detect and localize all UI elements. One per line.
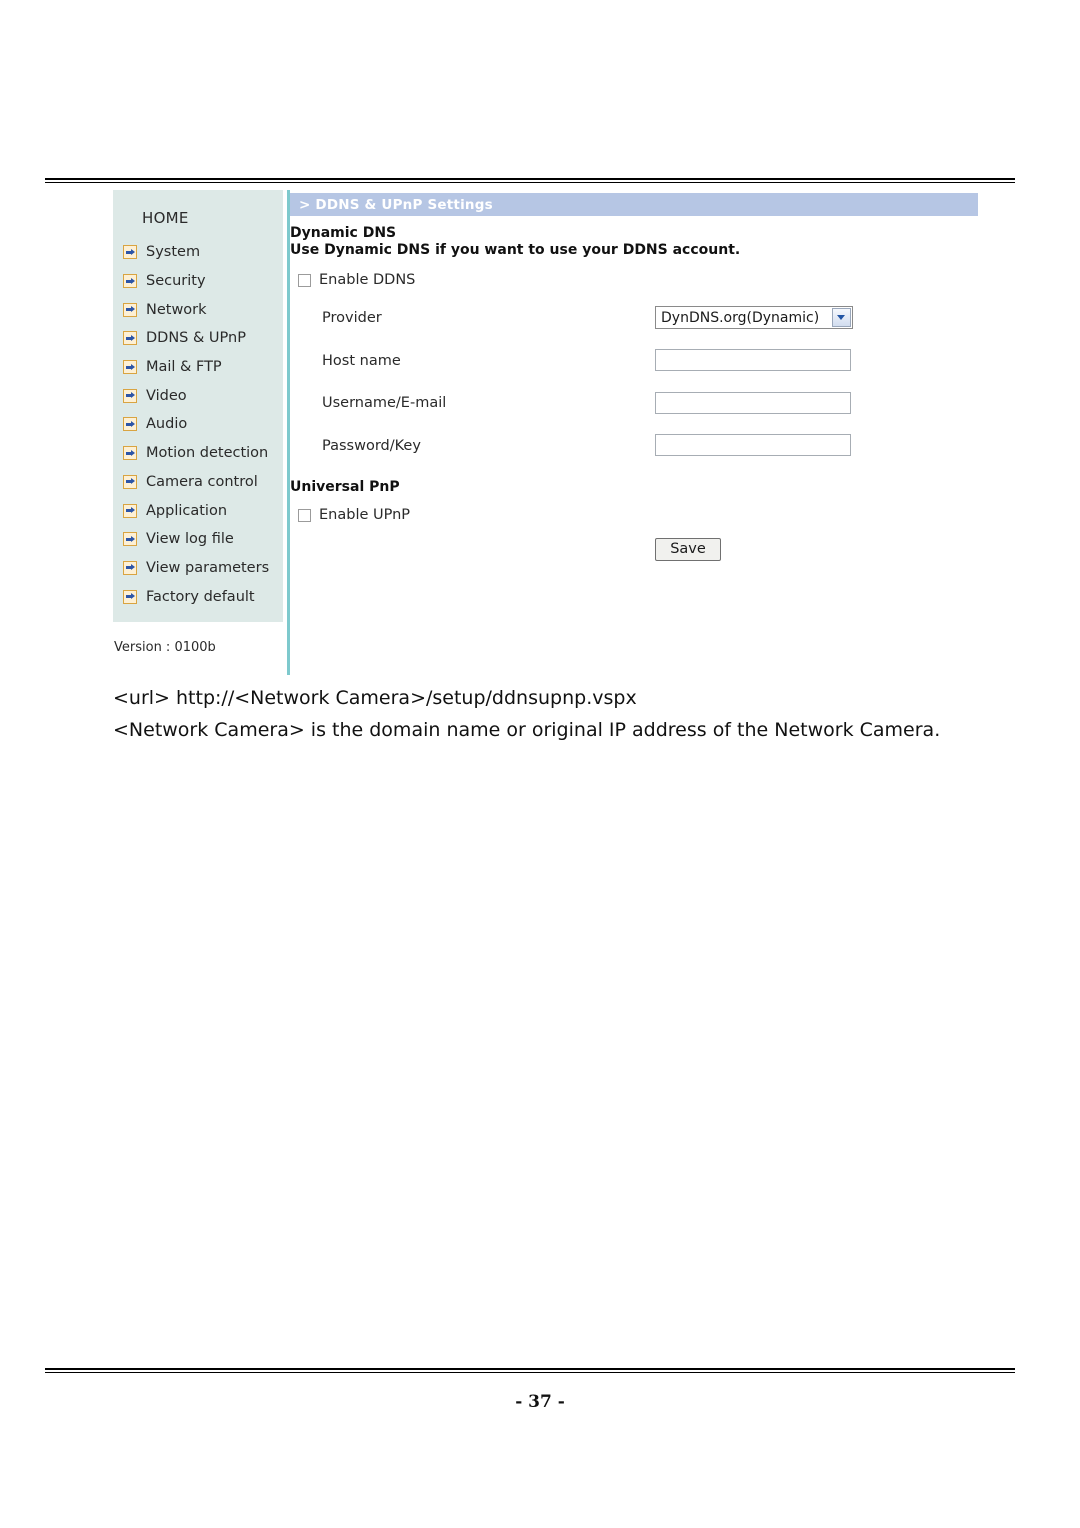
enable-ddns-row[interactable]: Enable DDNS bbox=[298, 272, 415, 288]
arrow-right-icon bbox=[123, 360, 137, 375]
sidebar-item-camera-control[interactable]: Camera control bbox=[121, 468, 283, 497]
sidebar-item-label: Application bbox=[146, 502, 228, 519]
chevron-down-icon[interactable] bbox=[832, 308, 851, 327]
password-key-label: Password/Key bbox=[322, 438, 421, 454]
sidebar-item-label: Factory default bbox=[146, 588, 255, 605]
caption-description-line: <Network Camera> is the domain name or o… bbox=[113, 719, 941, 741]
provider-select[interactable]: DynDNS.org(Dynamic) bbox=[655, 306, 853, 329]
sidebar-item-audio[interactable]: Audio bbox=[121, 410, 283, 439]
dynamic-dns-description: Use Dynamic DNS if you want to use your … bbox=[290, 242, 741, 258]
sidebar-item-label: Network bbox=[146, 301, 207, 318]
sidebar-item-network[interactable]: Network bbox=[121, 295, 283, 324]
arrow-right-icon bbox=[123, 388, 137, 403]
page-rule-top bbox=[45, 178, 1015, 183]
sidebar-item-mail-ftp[interactable]: Mail & FTP bbox=[121, 353, 283, 382]
sidebar-item-motion-detection[interactable]: Motion detection bbox=[121, 439, 283, 468]
sidebar-item-home[interactable]: HOME bbox=[142, 209, 189, 227]
sidebar-item-label: DDNS & UPnP bbox=[146, 330, 246, 347]
sidebar-item-label: Motion detection bbox=[146, 445, 269, 462]
page-rule-bottom bbox=[45, 1368, 1015, 1373]
sidebar-item-label: View parameters bbox=[146, 559, 270, 576]
sidebar-item-view-parameters[interactable]: View parameters bbox=[121, 554, 283, 583]
arrow-right-icon bbox=[123, 503, 137, 518]
sidebar-item-label: Security bbox=[146, 273, 206, 290]
username-email-label: Username/E-mail bbox=[322, 395, 447, 411]
sidebar-item-view-log-file[interactable]: View log file bbox=[121, 525, 283, 554]
enable-ddns-label: Enable DDNS bbox=[319, 272, 416, 288]
password-key-input[interactable] bbox=[655, 434, 851, 456]
sidebar-item-label: Audio bbox=[146, 416, 188, 433]
arrow-right-icon bbox=[123, 274, 137, 289]
sidebar-item-security[interactable]: Security bbox=[121, 267, 283, 296]
arrow-right-icon bbox=[123, 302, 137, 317]
arrow-right-icon bbox=[123, 331, 137, 346]
provider-selected-value: DynDNS.org(Dynamic) bbox=[661, 309, 820, 326]
sidebar-item-label: System bbox=[146, 244, 201, 261]
arrow-right-icon bbox=[123, 474, 137, 489]
enable-upnp-label: Enable UPnP bbox=[319, 507, 411, 523]
username-email-input[interactable] bbox=[655, 392, 851, 414]
enable-upnp-checkbox[interactable] bbox=[298, 508, 311, 522]
arrow-right-icon bbox=[123, 446, 137, 461]
universal-pnp-heading: Universal PnP bbox=[290, 479, 400, 495]
camera-web-ui-screenshot: HOME System Security Network DDNS & UPnP… bbox=[113, 190, 979, 675]
arrow-right-icon bbox=[123, 245, 137, 260]
caption-url-line: <url> http://<Network Camera>/setup/ddns… bbox=[113, 687, 637, 709]
arrow-right-icon bbox=[123, 532, 137, 547]
arrow-right-icon bbox=[123, 589, 137, 604]
sidebar-item-video[interactable]: Video bbox=[121, 381, 283, 410]
enable-ddns-checkbox[interactable] bbox=[298, 273, 311, 287]
page-title: > DDNS & UPnP Settings bbox=[299, 197, 493, 213]
provider-label: Provider bbox=[322, 310, 382, 326]
host-name-label: Host name bbox=[322, 353, 401, 369]
page-title-bar: > DDNS & UPnP Settings bbox=[290, 193, 978, 216]
sidebar-item-system[interactable]: System bbox=[121, 238, 283, 267]
page-number: - 37 - bbox=[515, 1392, 565, 1412]
arrow-right-icon bbox=[123, 560, 137, 575]
firmware-version-label: Version : 0100b bbox=[114, 640, 216, 655]
sidebar-item-label: Mail & FTP bbox=[146, 359, 222, 376]
sidebar-item-application[interactable]: Application bbox=[121, 496, 283, 525]
sidebar-nav-list: System Security Network DDNS & UPnP Mail… bbox=[121, 238, 283, 611]
content-panel: > DDNS & UPnP Settings Dynamic DNS Use D… bbox=[290, 190, 979, 675]
sidebar-item-label: Camera control bbox=[146, 473, 258, 490]
sidebar-item-label: Video bbox=[146, 387, 187, 404]
arrow-right-icon bbox=[123, 417, 137, 432]
enable-upnp-row[interactable]: Enable UPnP bbox=[298, 507, 410, 523]
sidebar-item-factory-default[interactable]: Factory default bbox=[121, 582, 283, 611]
sidebar-item-ddns-upnp[interactable]: DDNS & UPnP bbox=[121, 324, 283, 353]
sidebar-item-label: View log file bbox=[146, 531, 234, 548]
save-button[interactable]: Save bbox=[655, 538, 721, 561]
dynamic-dns-heading: Dynamic DNS bbox=[290, 225, 397, 241]
host-name-input[interactable] bbox=[655, 349, 851, 371]
